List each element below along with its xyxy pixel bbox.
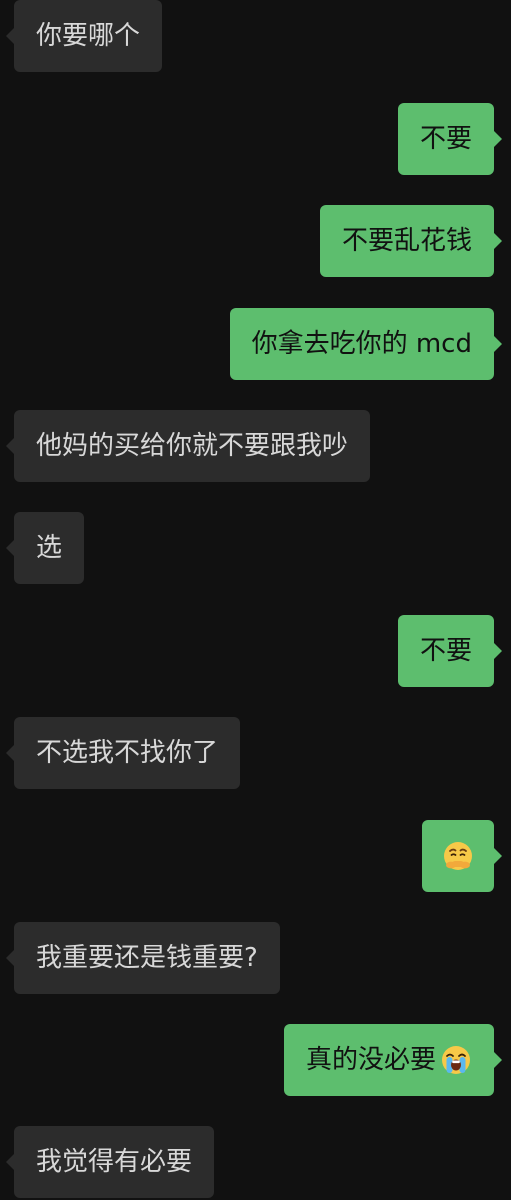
message-text: 你要哪个	[36, 21, 141, 51]
incoming-message-bubble[interactable]: 我觉得有必要	[5, 1126, 215, 1198]
loudly-crying-face-icon	[440, 1044, 472, 1076]
message-text: 我觉得有必要	[36, 1147, 193, 1177]
chat-conversation: 你要哪个 不要 不要乱花钱 你拿去吃你的 mcd 他妈的买给你就不要跟我吵 选 …	[0, 0, 511, 1200]
message-text: 不要	[419, 124, 472, 154]
message-text: 不选我不找你了	[36, 738, 219, 768]
outgoing-message-bubble[interactable]: 不要	[397, 615, 503, 687]
message-text: 不要	[419, 636, 472, 666]
outgoing-message-bubble[interactable]: 你拿去吃你的 mcd	[229, 308, 503, 380]
outgoing-emoji-bubble[interactable]	[422, 820, 502, 892]
incoming-message-bubble[interactable]: 选	[5, 512, 85, 584]
outgoing-message-bubble[interactable]: 真的没必要	[283, 1024, 503, 1096]
outgoing-message-bubble[interactable]: 不要	[397, 103, 503, 175]
message-text: 选	[36, 533, 63, 563]
message-text: 他妈的买给你就不要跟我吵	[36, 431, 349, 461]
message-text: 真的没必要	[305, 1045, 436, 1075]
incoming-message-bubble[interactable]: 他妈的买给你就不要跟我吵	[5, 410, 371, 482]
incoming-message-bubble[interactable]: 你要哪个	[5, 0, 163, 72]
message-text: 你拿去吃你的 mcd	[251, 329, 472, 359]
outgoing-message-bubble[interactable]: 不要乱花钱	[319, 205, 503, 277]
message-text: 我重要还是钱重要?	[36, 943, 258, 973]
incoming-message-bubble[interactable]: 不选我不找你了	[5, 717, 241, 789]
incoming-message-bubble[interactable]: 我重要还是钱重要?	[6, 922, 280, 994]
worried-face-covering-mouth-icon	[442, 840, 474, 872]
message-text: 不要乱花钱	[341, 226, 472, 256]
